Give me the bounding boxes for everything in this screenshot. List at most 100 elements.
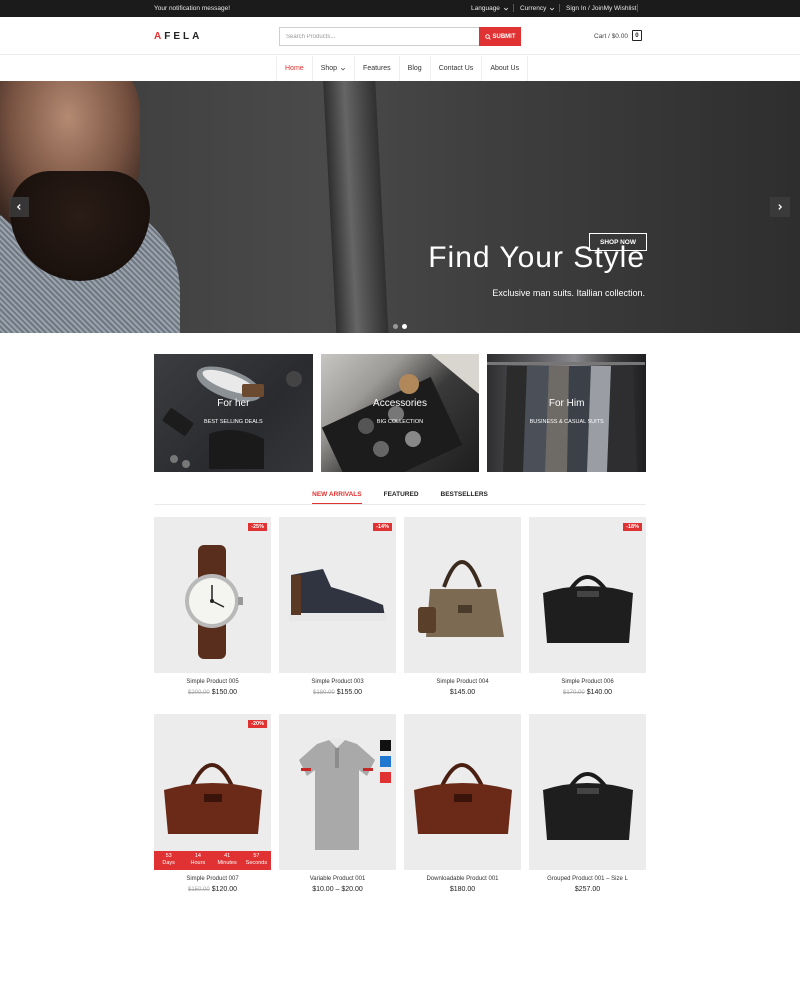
current-price: $180.00 — [449, 886, 476, 893]
product-image[interactable] — [279, 714, 396, 870]
search-submit-button[interactable]: SUBMIT — [479, 27, 521, 46]
shop-now-button[interactable]: SHOP NOW — [589, 233, 647, 251]
swatch-black[interactable] — [380, 740, 391, 751]
search-input[interactable] — [279, 27, 479, 46]
slider-next-button[interactable] — [770, 197, 790, 217]
category-title: For her — [217, 398, 250, 409]
current-price: $257.00 — [574, 886, 601, 893]
swatch-blue[interactable] — [380, 756, 391, 767]
nav-item-about-us[interactable]: About Us — [482, 56, 529, 81]
product-price: $150.00 $120.00 — [154, 886, 271, 893]
product-image[interactable] — [404, 517, 521, 673]
product-price: $180.00 $155.00 — [279, 689, 396, 696]
category-subtitle: BUSINESS & CASUAL SUITS — [529, 419, 604, 425]
product-name[interactable]: Simple Product 006 — [529, 679, 646, 685]
site-header: AFELA SUBMIT Cart / $0.00 0 — [0, 17, 800, 55]
countdown-unit: Seconds — [245, 860, 268, 866]
divider — [513, 4, 514, 12]
cart-link[interactable]: Cart / $0.00 0 — [594, 30, 642, 41]
product-name[interactable]: Simple Product 005 — [154, 679, 271, 685]
product-price: $10.00 – $20.00 — [279, 886, 396, 893]
product-price: $145.00 — [404, 689, 521, 696]
old-price: $180.00 — [312, 690, 335, 696]
product-card[interactable]: -14% Simple Product 003 $180.00 $155.00 — [279, 517, 396, 706]
product-card[interactable]: Grouped Product 001 – Size L $257.00 — [529, 714, 646, 903]
main-nav: Home Shop Features Blog Contact Us About… — [0, 56, 800, 81]
currency-dropdown[interactable]: Currency — [520, 5, 555, 12]
category-title: Accessories — [373, 398, 427, 409]
countdown-days: 53 Days — [154, 851, 183, 870]
cart-bag-icon: 0 — [631, 30, 642, 41]
current-price: $120.00 — [211, 886, 237, 893]
product-name[interactable]: Variable Product 001 — [279, 876, 396, 882]
brown-bag-icon — [164, 763, 262, 834]
category-banner-for-him[interactable]: For Him BUSINESS & CASUAL SUITS — [487, 354, 647, 472]
tab-new-arrivals[interactable]: NEW ARRIVALS — [312, 491, 362, 504]
chevron-down-icon — [550, 7, 555, 11]
product-card[interactable]: Variable Product 001 $10.00 – $20.00 — [279, 714, 396, 903]
product-image[interactable]: -20% 53 Days 14 Hours 41 Minutes 57 Seconds — [154, 714, 271, 870]
shoe-icon — [289, 569, 387, 621]
chevron-left-icon — [16, 204, 21, 210]
slider-dot[interactable] — [393, 324, 398, 329]
countdown-hours: 14 Hours — [183, 851, 212, 870]
account-link[interactable]: Sign In / JoinMy Wishlist — [566, 5, 636, 12]
color-swatches — [380, 740, 391, 783]
nav-item-features[interactable]: Features — [355, 56, 400, 81]
product-price: $170.00 $140.00 — [529, 689, 646, 696]
discount-badge: -25% — [248, 523, 267, 531]
product-price: $257.00 — [529, 886, 646, 893]
language-label: Language — [471, 5, 500, 12]
slider-dot-active[interactable] — [402, 324, 407, 329]
nav-item-home[interactable]: Home — [277, 56, 313, 81]
tab-featured[interactable]: FEATURED — [384, 491, 419, 504]
discount-badge: -20% — [248, 720, 267, 728]
divider — [637, 4, 638, 12]
countdown-unit: Days — [162, 860, 175, 866]
product-image[interactable] — [529, 714, 646, 870]
product-image[interactable]: -25% — [154, 517, 271, 673]
cart-total: Cart / $0.00 — [594, 33, 628, 40]
category-subtitle: BEST SELLING DEALS — [204, 419, 263, 425]
sale-countdown: 53 Days 14 Hours 41 Minutes 57 Seconds — [154, 851, 271, 870]
nav-item-shop[interactable]: Shop — [313, 56, 356, 81]
swatch-red[interactable] — [380, 772, 391, 783]
product-card[interactable]: Simple Product 004 $145.00 — [404, 517, 521, 706]
nav-item-label: About Us — [490, 65, 520, 72]
notification-message: Your notification message! — [154, 5, 231, 12]
old-price: $170.00 — [562, 690, 585, 696]
canvas-bag-icon — [418, 560, 504, 637]
logo-accent-letter: A — [154, 31, 165, 42]
product-card[interactable]: -18% Simple Product 006 $170.00 $140.00 — [529, 517, 646, 706]
language-dropdown[interactable]: Language — [471, 5, 509, 12]
category-banner-accessories[interactable]: Accessories BIG COLLECTION — [320, 354, 480, 472]
product-name[interactable]: Simple Product 004 — [404, 679, 521, 685]
account-label: Sign In / JoinMy Wishlist — [566, 5, 637, 12]
product-name[interactable]: Simple Product 007 — [154, 876, 271, 882]
nav-item-label: Home — [285, 65, 304, 72]
product-image[interactable]: -18% — [529, 517, 646, 673]
product-name[interactable]: Grouped Product 001 – Size L — [529, 876, 646, 882]
shoes-accessories-image — [162, 366, 302, 469]
search-submit-label: SUBMIT — [492, 33, 516, 40]
top-bar: Your notification message! Language Curr… — [0, 0, 800, 17]
countdown-value: 53 — [165, 853, 172, 859]
black-bag-icon — [543, 772, 633, 840]
nav-item-contact-us[interactable]: Contact Us — [431, 56, 483, 81]
product-name[interactable]: Downloadable Product 001 — [404, 876, 521, 882]
slider-prev-button[interactable] — [9, 197, 29, 217]
logo[interactable]: AFELA — [154, 31, 202, 42]
tab-bestsellers[interactable]: BESTSELLERS — [441, 491, 488, 504]
product-card[interactable]: -20% 53 Days 14 Hours 41 Minutes 57 Seconds … — [154, 714, 271, 903]
nav-item-blog[interactable]: Blog — [400, 56, 431, 81]
product-card[interactable]: Downloadable Product 001 $180.00 — [404, 714, 521, 903]
product-image[interactable] — [404, 714, 521, 870]
slider-dots — [393, 324, 407, 329]
search-icon — [484, 33, 491, 40]
divider — [559, 4, 560, 12]
product-image[interactable]: -14% — [279, 517, 396, 673]
category-banner-for-her[interactable]: For her BEST SELLING DEALS — [154, 354, 313, 472]
product-name[interactable]: Simple Product 003 — [279, 679, 396, 685]
product-card[interactable]: -25% Simple Product 005 $200.00 $150.00 — [154, 517, 271, 706]
product-tabs: NEW ARRIVALS FEATURED BESTSELLERS — [154, 491, 646, 505]
